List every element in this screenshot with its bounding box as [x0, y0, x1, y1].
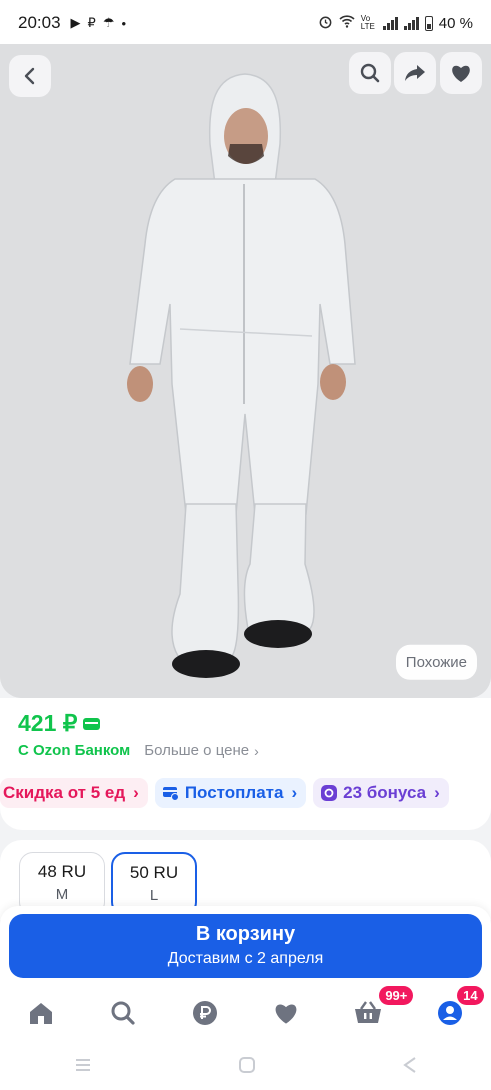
product-photo — [0, 44, 491, 698]
play-notification-icon: ▶ — [70, 15, 81, 30]
bottom-nav: 99+ 14 — [0, 986, 491, 1040]
chevron-right-icon: › — [434, 783, 440, 802]
chevron-right-icon: › — [133, 783, 139, 802]
delivery-label: Доставим с 2 апреля — [167, 950, 324, 967]
battery-icon — [424, 15, 433, 31]
postpay-label: Постоплата — [184, 783, 284, 802]
bonus-icon — [321, 785, 338, 801]
add-to-cart-label: В корзину — [195, 923, 296, 945]
heart-icon — [452, 65, 470, 82]
bank-row[interactable]: С Ozon Банком Больше о цене › — [18, 742, 259, 759]
favorite-button[interactable] — [440, 52, 482, 94]
ruble-notification-icon: ₽ — [87, 15, 96, 30]
nav-home[interactable] — [0, 986, 82, 1040]
similar-button[interactable]: Похожие — [395, 644, 477, 680]
back-button[interactable] — [9, 55, 51, 97]
battery-percent: 40 % — [438, 14, 473, 32]
status-right: Vo LTE 40 % — [318, 14, 473, 33]
umbrella-notification-icon: ☂ — [102, 15, 115, 30]
bonus-promo[interactable]: 23 бонуса › — [313, 778, 449, 808]
nav-search[interactable] — [82, 986, 164, 1040]
basket-icon — [355, 1001, 382, 1023]
signal-2-icon — [403, 16, 419, 30]
recents-icon[interactable] — [73, 1057, 93, 1073]
profile-badge: 14 — [457, 986, 484, 1005]
price-section: 421 ₽ С Ozon Банком Больше о цене › Скид… — [0, 698, 491, 830]
cart-bar: В корзину Доставим с 2 апреля — [0, 906, 491, 994]
notification-icons: ▶ ₽ ☂ • — [71, 15, 127, 31]
postpay-promo[interactable]: Постоплата › — [154, 778, 307, 808]
nav-ozon-bank[interactable] — [164, 986, 246, 1040]
ruble-icon — [192, 1001, 217, 1025]
postpay-icon — [162, 787, 179, 800]
product-page: 20:03 ▶ ₽ ☂ • Vo LTE 40 % Похожие 421 ₽ … — [0, 0, 491, 1090]
alarm-icon — [318, 14, 333, 33]
back-nav-icon[interactable] — [402, 1056, 418, 1074]
discount-label: Скидка от 5 ед — [3, 783, 126, 802]
status-bar: 20:03 ▶ ₽ ☂ • Vo LTE 40 % — [0, 0, 491, 46]
search-icon — [111, 1001, 135, 1025]
chevron-right-icon: › — [254, 742, 259, 759]
chevron-right-icon: › — [291, 783, 298, 802]
size-letter: L — [149, 887, 159, 904]
wifi-icon — [339, 14, 355, 32]
search-button[interactable] — [349, 52, 391, 94]
volte-label: Vo LTE — [360, 14, 375, 31]
size-letter: M — [55, 886, 69, 903]
size-ru: 48 RU — [37, 862, 87, 881]
discount-promo[interactable]: Скидка от 5 ед › — [0, 778, 148, 808]
home-button-icon[interactable] — [238, 1056, 256, 1074]
share-arrow-icon — [405, 65, 425, 81]
price-row: 421 ₽ — [18, 710, 101, 737]
nav-favorites[interactable] — [245, 986, 327, 1040]
add-to-cart-button[interactable]: В корзину Доставим с 2 апреля — [9, 914, 482, 978]
size-ru: 50 RU — [129, 863, 179, 882]
profile-icon — [438, 1001, 463, 1025]
ozon-bank-label: С Ozon Банком — [18, 742, 131, 759]
search-icon — [360, 63, 380, 83]
signal-icon — [382, 16, 398, 30]
chevron-left-icon — [24, 67, 35, 85]
home-icon — [29, 1003, 52, 1024]
dot-notification-icon: • — [121, 15, 127, 31]
price: 421 ₽ — [18, 710, 78, 736]
share-button[interactable] — [394, 52, 436, 94]
status-time: 20:03 — [18, 13, 61, 32]
bonus-label: 23 бонуса — [343, 783, 427, 802]
more-price-link[interactable]: Больше о цене — [144, 742, 249, 759]
nav-profile[interactable]: 14 — [409, 986, 491, 1040]
system-nav — [0, 1040, 491, 1090]
promo-row: Скидка от 5 ед › Постоплата › 23 бонуса … — [0, 778, 449, 808]
nav-cart[interactable]: 99+ — [327, 986, 414, 1040]
heart-icon — [275, 1004, 297, 1024]
bank-card-icon — [83, 717, 101, 730]
product-image[interactable]: Похожие — [0, 44, 491, 698]
